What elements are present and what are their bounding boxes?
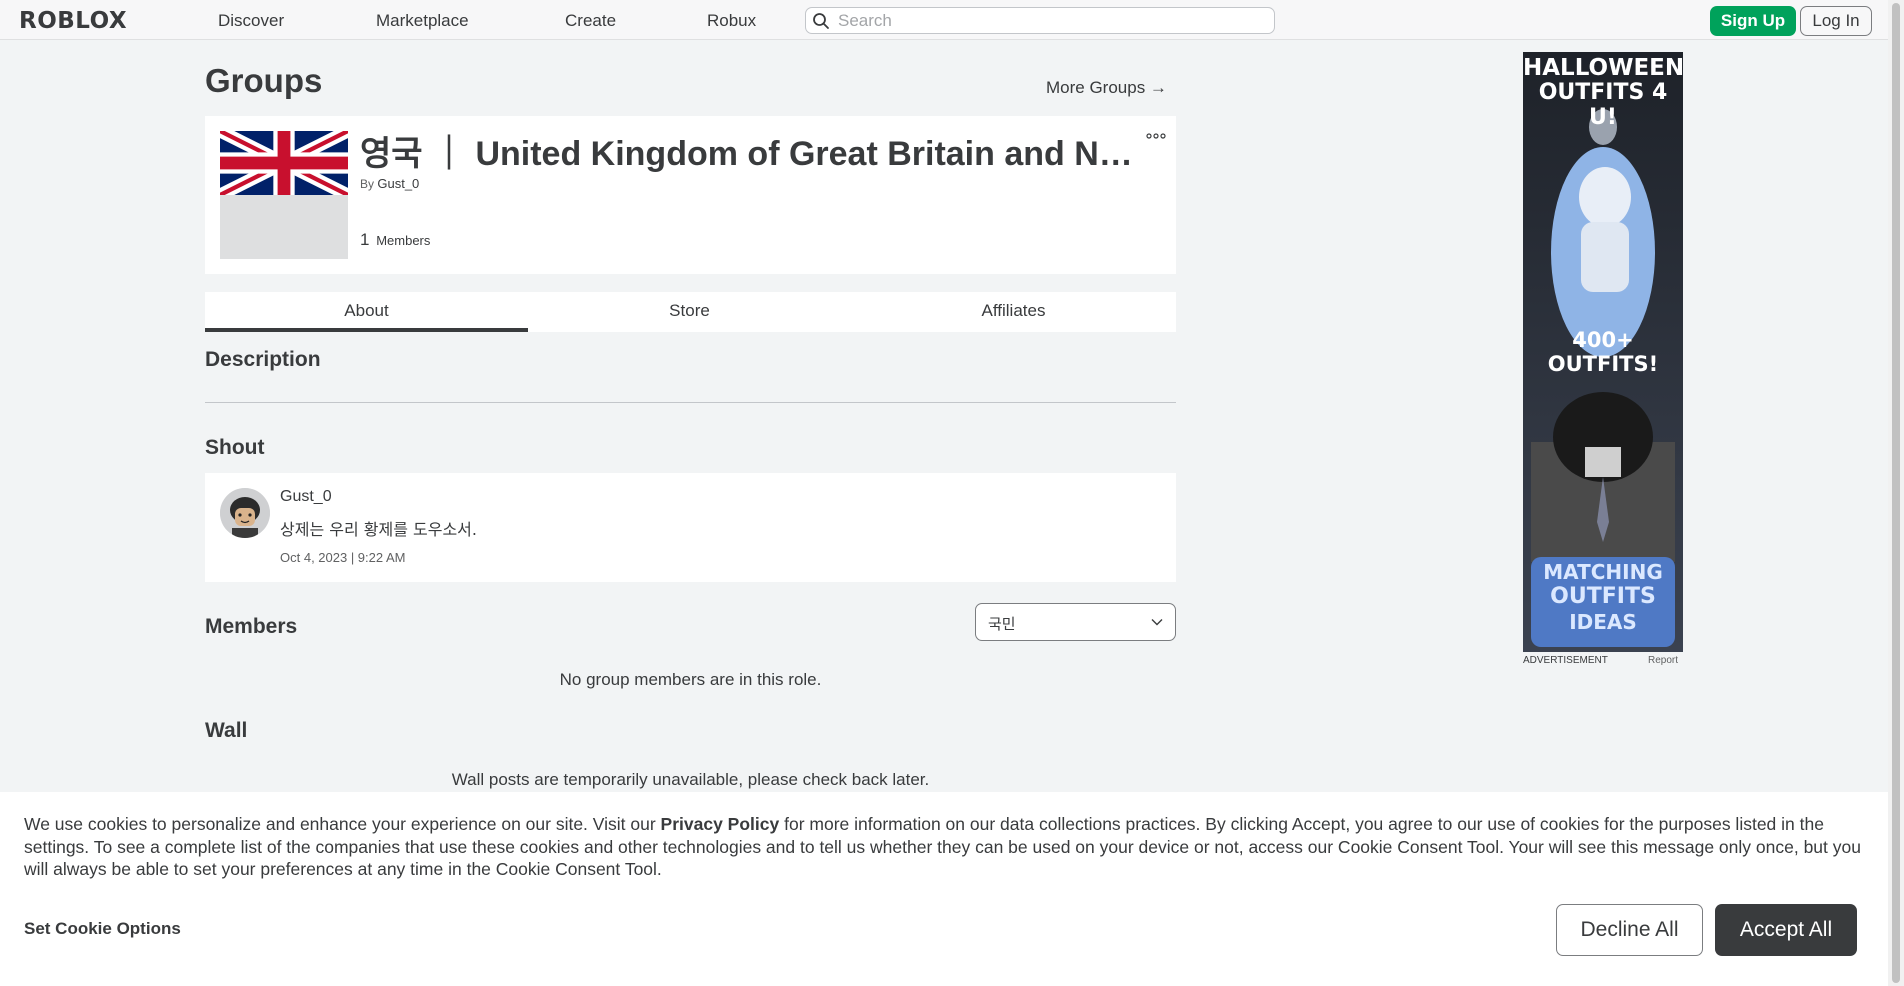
more-groups-link[interactable]: More Groups → <box>1046 78 1167 98</box>
group-header-card: 영국 ｜ United Kingdom of Great Britain and… <box>205 116 1176 274</box>
accept-all-button[interactable]: Accept All <box>1715 904 1857 956</box>
search-box <box>805 7 1275 34</box>
group-owner-line: By Gust_0 <box>360 176 419 191</box>
privacy-policy-link[interactable]: Privacy Policy <box>661 814 780 834</box>
tab-store[interactable]: Store <box>528 292 851 332</box>
description-divider <box>205 402 1176 403</box>
member-count: 1 Members <box>360 230 430 250</box>
page-title: Groups <box>205 62 323 99</box>
group-name: 영국 ｜ United Kingdom of Great Britain and… <box>360 135 1150 173</box>
no-members-message: No group members are in this role. <box>559 670 822 689</box>
top-navigation-bar: ROBLOX Discover Marketplace Create Robux… <box>0 0 1888 40</box>
tab-affiliates[interactable]: Affiliates <box>852 292 1175 332</box>
ad-headline-1: HALLOWEEN <box>1523 55 1683 81</box>
search-input[interactable] <box>838 10 1258 31</box>
page-scrollbar[interactable] <box>1888 0 1904 986</box>
set-cookie-options-link[interactable]: Set Cookie Options <box>24 919 181 939</box>
by-label: By <box>360 177 375 191</box>
group-emblem <box>220 131 348 259</box>
member-count-label: Members <box>376 233 431 248</box>
cookie-text-before: We use cookies to personalize and enhanc… <box>24 814 661 834</box>
more-options-icon[interactable] <box>1145 132 1167 140</box>
roblox-logo[interactable]: ROBLOX <box>19 8 127 34</box>
wall-unavailable-message: Wall posts are temporarily unavailable, … <box>451 770 930 789</box>
cookie-message: We use cookies to personalize and enhanc… <box>24 813 1864 881</box>
shout-author[interactable]: Gust_0 <box>280 488 332 506</box>
ad-headline-2: OUTFITS 4 U! <box>1538 80 1668 130</box>
search-icon[interactable] <box>812 12 830 30</box>
description-heading: Description <box>205 348 321 371</box>
members-heading: Members <box>205 615 298 638</box>
nav-create[interactable]: Create <box>565 11 616 31</box>
scrollbar-thumb[interactable] <box>1892 3 1900 983</box>
ad-logo-line-3: IDEAS <box>1569 610 1637 634</box>
shout-message: 상제는 우리 황제를 도우소서. <box>280 520 477 539</box>
nav-robux[interactable]: Robux <box>707 11 756 31</box>
nav-marketplace[interactable]: Marketplace <box>376 11 469 31</box>
tab-about[interactable]: About <box>205 292 528 332</box>
decline-all-button[interactable]: Decline All <box>1556 904 1703 956</box>
ad-headline-3: 400+ OUTFITS! <box>1547 328 1659 376</box>
shout-timestamp: Oct 4, 2023 | 9:22 AM <box>280 550 406 565</box>
advertisement-banner[interactable]: HALLOWEEN OUTFITS 4 U! 400+ OUTFITS! MAT… <box>1523 52 1683 652</box>
wall-heading: Wall <box>205 719 248 742</box>
ad-report-link[interactable]: Report <box>1648 655 1678 666</box>
shout-card: Gust_0 상제는 우리 황제를 도우소서. Oct 4, 2023 | 9:… <box>205 473 1176 582</box>
group-owner-link[interactable]: Gust_0 <box>377 176 419 191</box>
advertisement-label: ADVERTISEMENT <box>1523 655 1608 666</box>
cookie-consent-banner: We use cookies to personalize and enhanc… <box>0 792 1888 986</box>
user-avatar-icon <box>220 488 270 538</box>
member-count-value: 1 <box>360 230 370 249</box>
nav-discover[interactable]: Discover <box>218 11 284 31</box>
role-dropdown-value: 국민 <box>988 615 1016 633</box>
log-in-button[interactable]: Log In <box>1800 6 1872 36</box>
sign-up-button[interactable]: Sign Up <box>1710 6 1796 36</box>
chevron-down-icon <box>1151 619 1163 626</box>
avatar[interactable] <box>220 488 270 538</box>
ad-logo-line-1: MATCHING <box>1543 560 1663 584</box>
group-tabs: About Store Affiliates <box>205 292 1176 332</box>
ad-logo-line-2: OUTFITS <box>1550 584 1656 609</box>
role-dropdown[interactable]: 국민 <box>975 603 1176 641</box>
union-jack-flag-icon <box>220 131 348 195</box>
shout-heading: Shout <box>205 436 265 459</box>
